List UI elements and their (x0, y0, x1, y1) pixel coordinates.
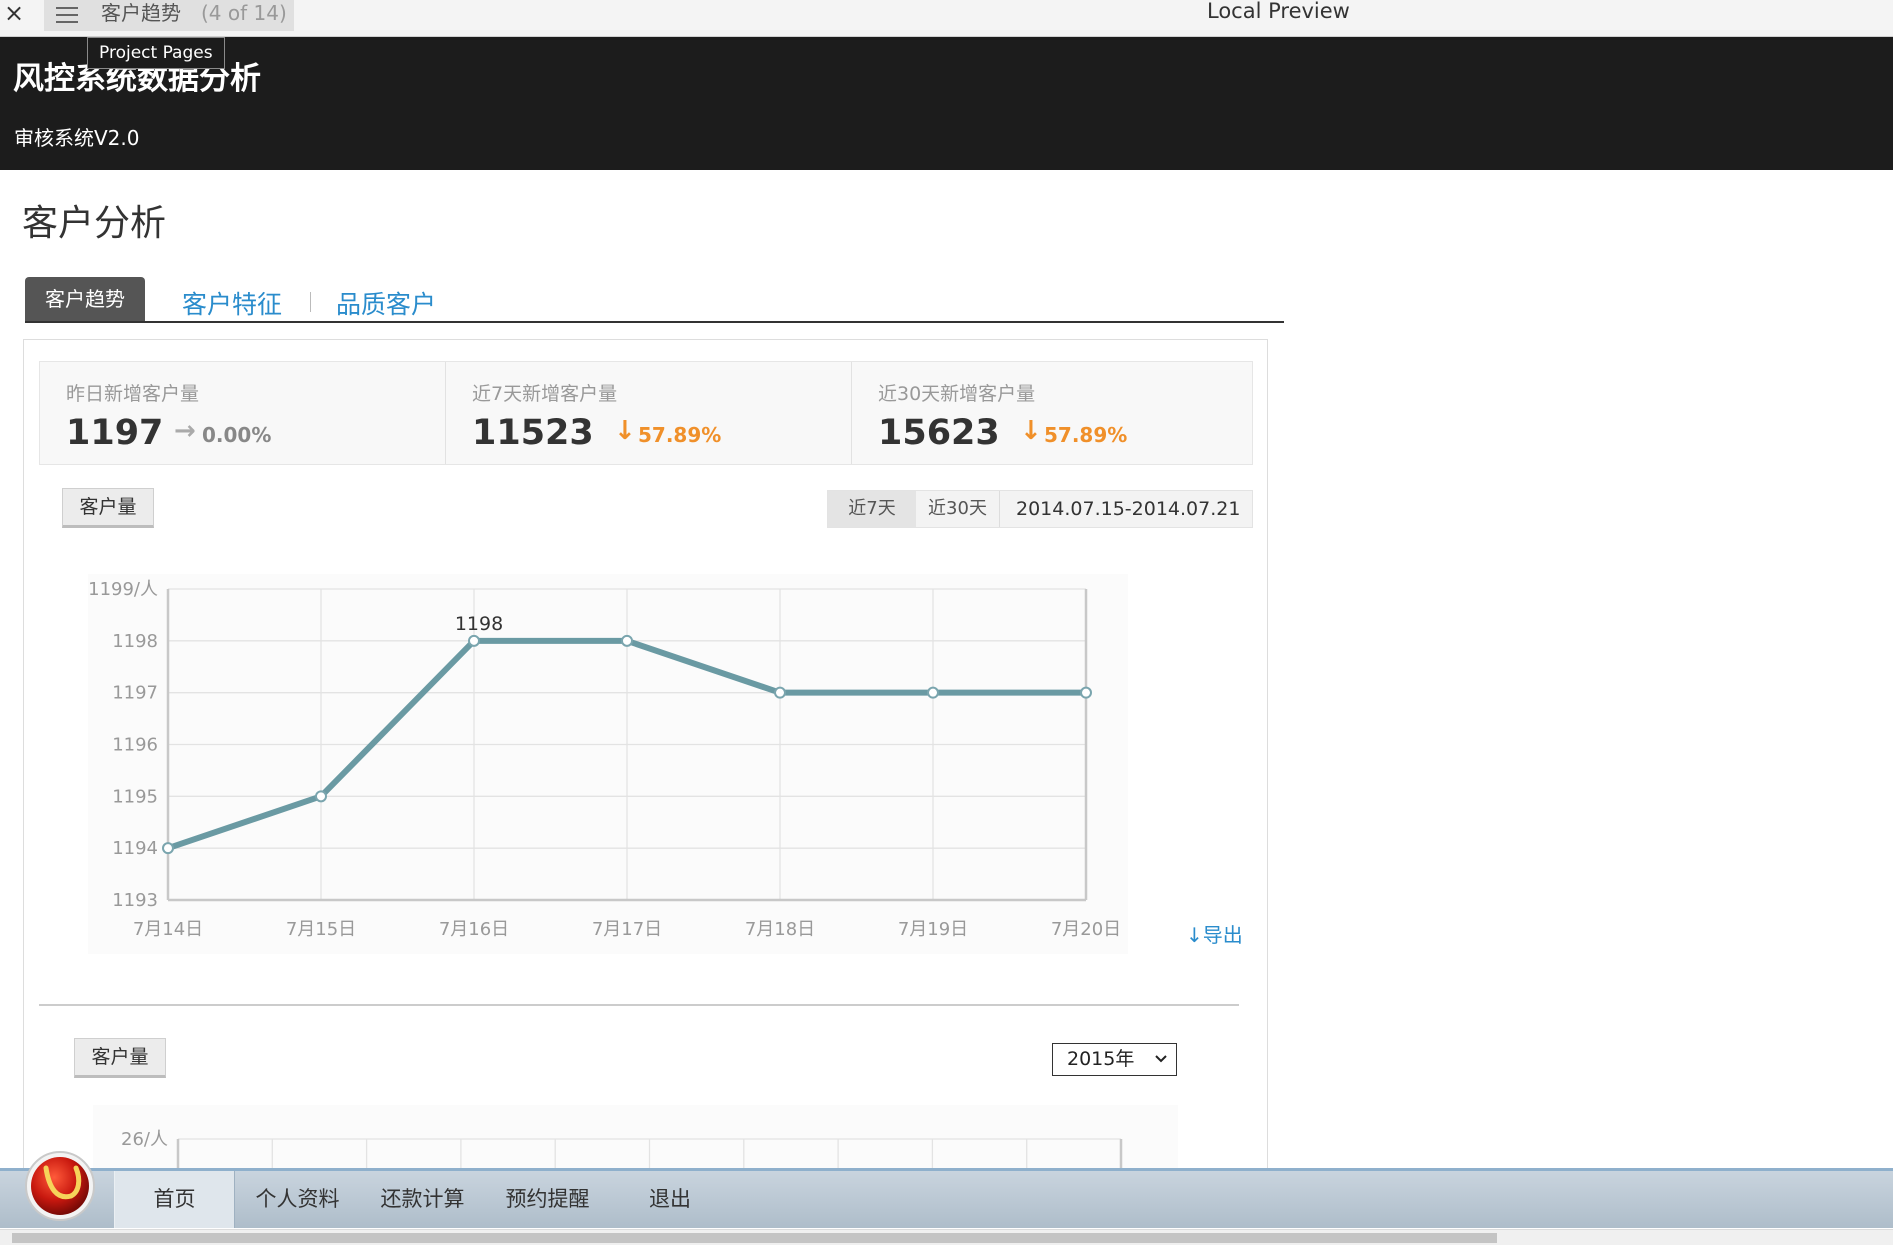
stat-yesterday: 昨日新增客户量 1197 → 0.00% (40, 362, 445, 464)
stat-value: 11523 (472, 413, 594, 453)
customer-trend-chart-svg: 1199/人 1198 1197 1196 1195 1194 1193 7月14日 7月15日… (88, 579, 1121, 940)
stat-value: 15623 (878, 413, 1000, 453)
x-tick-label: 7月18日 (745, 919, 815, 940)
x-tick-label: 7月17日 (592, 919, 662, 940)
y-tick-label: 1196 (112, 735, 158, 756)
y-tick-label: 1198 (112, 631, 158, 652)
stat-change: 57.89% (638, 423, 722, 447)
stat-label: 近30天新增客户量 (878, 383, 1036, 405)
chevron-down-icon (1155, 1055, 1167, 1063)
customer-trend-chart: 1199/人 1198 1197 1196 1195 1194 1193 7月14日 7月15日… (88, 574, 1128, 954)
data-label: 1198 (455, 613, 503, 635)
data-point (468, 634, 480, 647)
data-point (927, 686, 939, 699)
stats-summary: 昨日新增客户量 1197 → 0.00% 近7天新增客户量 11523 ↓ 57… (39, 361, 1253, 465)
window-title: Local Preview (1207, 0, 1350, 23)
close-icon[interactable]: × (4, 0, 24, 28)
customer-count-button[interactable]: 客户量 (62, 488, 154, 528)
arrow-down-icon: ↓ (1020, 416, 1042, 446)
nav-repayment-calculator[interactable]: 还款计算 (370, 1171, 475, 1228)
page-picker[interactable]: 客户趋势 (4 of 14) (44, 0, 294, 31)
nav-home[interactable]: 首页 (114, 1171, 235, 1228)
y-tick-label: 1193 (112, 890, 158, 911)
section-divider (39, 1004, 1239, 1006)
nav-appointment-reminder[interactable]: 预约提醒 (495, 1171, 600, 1228)
yearly-customer-chart-svg: 26/人 (121, 1129, 1123, 1170)
preview-toolbar: × 客户趋势 (4 of 14) Local Preview (0, 0, 1893, 37)
data-point (162, 842, 174, 855)
stat-last-30-days: 近30天新增客户量 15623 ↓ 57.89% (852, 362, 1252, 464)
year-select-value: 2015年 (1067, 1048, 1135, 1070)
nav-logout[interactable]: 退出 (630, 1171, 710, 1228)
tab-customer-trend[interactable]: 客户趋势 (25, 277, 145, 321)
arrow-down-icon: ↓ (614, 416, 636, 446)
bottom-navigation: 首页 个人资料 还款计算 预约提醒 退出 (0, 1168, 1893, 1228)
nav-profile[interactable]: 个人资料 (245, 1171, 350, 1228)
x-tick-label: 7月14日 (133, 919, 203, 940)
x-tick-label: 7月16日 (439, 919, 509, 940)
scrollbar-thumb[interactable] (12, 1233, 1497, 1243)
arrow-right-icon: → (174, 416, 196, 446)
export-link[interactable]: ↓导出 (1186, 922, 1243, 948)
x-tick-label: 7月20日 (1051, 919, 1121, 940)
yearly-customer-chart: 26/人 (93, 1105, 1178, 1170)
app-subtitle: 审核系统V2.0 (14, 126, 140, 150)
y-tick-label: 26/人 (121, 1129, 168, 1150)
year-select[interactable]: 2015年 (1052, 1043, 1177, 1076)
data-point (621, 634, 633, 647)
app-header: 风控系统数据分析 审核系统V2.0 (0, 37, 1893, 170)
stat-label: 近7天新增客户量 (472, 383, 618, 405)
y-tick-label: 1194 (112, 838, 158, 859)
date-range-selector: 近7天 近30天 2014.07.15-2014.07.21 (827, 490, 1253, 528)
page-count: (4 of 14) (201, 1, 287, 25)
menu-icon (56, 7, 78, 23)
stat-label: 昨日新增客户量 (66, 383, 200, 405)
y-tick-label: 1199/人 (88, 579, 158, 600)
horizontal-scrollbar[interactable] (0, 1229, 1893, 1245)
y-tick-label: 1195 (112, 786, 158, 807)
current-page-title: 客户趋势 (101, 1, 181, 25)
project-pages-tooltip: Project Pages (87, 37, 225, 69)
stat-last-7-days: 近7天新增客户量 11523 ↓ 57.89% (446, 362, 851, 464)
data-point (774, 686, 786, 699)
x-tick-label: 7月19日 (898, 919, 968, 940)
customer-count-button-2[interactable]: 客户量 (74, 1038, 166, 1078)
page-title: 客户分析 (22, 203, 167, 244)
stat-value: 1197 (66, 413, 164, 453)
tab-underline (25, 321, 1284, 323)
brand-logo (25, 1151, 95, 1221)
tab-divider (310, 292, 311, 312)
stat-change: 57.89% (1044, 423, 1128, 447)
x-tick-label: 7月15日 (286, 919, 356, 940)
stat-change: 0.00% (202, 423, 272, 447)
date-range-field[interactable]: 2014.07.15-2014.07.21 (1016, 491, 1240, 527)
range-7-days-button[interactable]: 近7天 (828, 491, 916, 527)
y-tick-label: 1197 (112, 683, 158, 704)
range-30-days-button[interactable]: 近30天 (916, 491, 1000, 527)
data-point (1080, 686, 1092, 699)
data-point (315, 790, 327, 803)
